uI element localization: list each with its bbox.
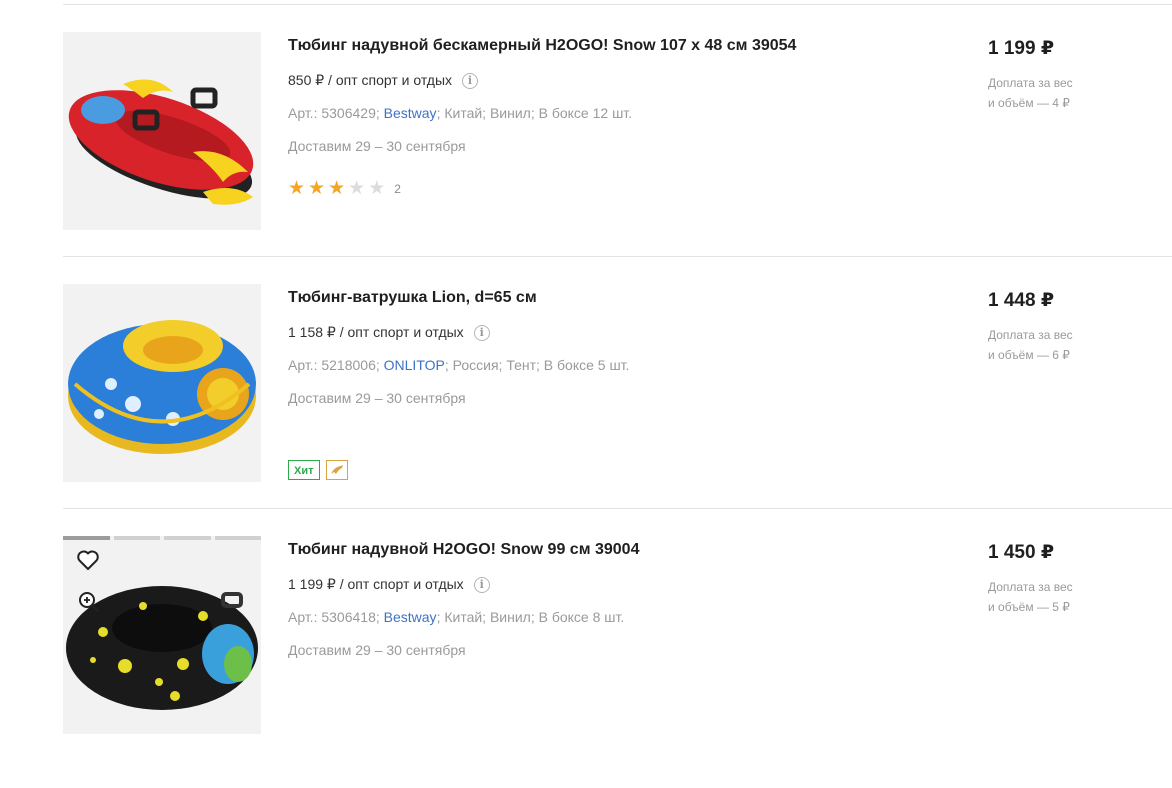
wholesale-price-text: 850 ₽ / опт спорт и отдых xyxy=(288,72,453,88)
product-card: Тюбинг-ватрушка Lion, d=65 см 1 158 ₽ / … xyxy=(0,284,1172,536)
wholesale-price: 1 158 ₽ / опт спорт и отдых i xyxy=(288,324,490,341)
product-title[interactable]: Тюбинг-ватрушка Lion, d=65 см xyxy=(288,289,537,307)
product-title[interactable]: Тюбинг надувной бескамерный H2OGO! Snow … xyxy=(288,37,796,55)
row-divider xyxy=(63,256,1172,257)
product-meta: Арт.: 5218006; ONLITOP; Россия; Тент; В … xyxy=(288,357,629,373)
surcharge-label: Доплата за вес xyxy=(988,580,1073,594)
delivery-date: Доставим 29 – 30 сентября xyxy=(288,138,466,154)
weight-surcharge: Доплата за вес и объём — 4 ₽ xyxy=(988,73,1073,113)
surcharge-label: Доплата за вес xyxy=(988,76,1073,90)
brand-link[interactable]: Bestway xyxy=(384,609,437,625)
product-details: ; Россия; Тент; В боксе 5 шт. xyxy=(444,357,630,373)
product-badges: Хит xyxy=(288,460,348,480)
hit-badge: Хит xyxy=(288,460,320,480)
surcharge-value: и объём — 5 ₽ xyxy=(988,600,1070,614)
review-count[interactable]: 2 xyxy=(394,182,401,196)
gallery-indicator[interactable] xyxy=(63,536,261,540)
surcharge-value: и объём — 6 ₽ xyxy=(988,348,1070,362)
article-number: Арт.: 5306418; xyxy=(288,609,380,625)
product-image[interactable] xyxy=(63,32,261,230)
wholesale-price-text: 1 199 ₽ / опт спорт и отдых xyxy=(288,576,464,592)
surcharge-label: Доплата за вес xyxy=(988,328,1073,342)
rating[interactable]: ★ ★ ★ ★ ★ 2 xyxy=(288,179,401,198)
star-icon: ★ xyxy=(348,178,366,199)
star-icon: ★ xyxy=(328,178,346,199)
weight-surcharge: Доплата за вес и объём — 5 ₽ xyxy=(988,577,1073,617)
product-meta: Арт.: 5306418; Bestway; Китай; Винил; В … xyxy=(288,609,624,625)
star-icon: ★ xyxy=(308,178,326,199)
brand-link[interactable]: ONLITOP xyxy=(384,357,445,373)
product-card: Тюбинг надувной бескамерный H2OGO! Snow … xyxy=(0,32,1172,284)
weight-surcharge: Доплата за вес и объём — 6 ₽ xyxy=(988,325,1073,365)
brand-link[interactable]: Bestway xyxy=(384,105,437,121)
product-price: 1 448 ₽ xyxy=(988,290,1055,311)
star-icon: ★ xyxy=(368,178,386,199)
dolphin-icon xyxy=(325,460,348,480)
product-meta: Арт.: 5306429; Bestway; Китай; Винил; В … xyxy=(288,105,632,121)
delivery-date: Доставим 29 – 30 сентября xyxy=(288,642,466,658)
gallery-dot[interactable] xyxy=(113,536,160,540)
star-icon: ★ xyxy=(288,178,306,199)
wholesale-price-text: 1 158 ₽ / опт спорт и отдых xyxy=(288,324,464,340)
product-price: 1 199 ₽ xyxy=(988,38,1055,59)
row-divider xyxy=(63,508,1172,509)
gallery-dot[interactable] xyxy=(63,536,110,540)
product-card: Тюбинг надувной H2OGO! Snow 99 см 39004 … xyxy=(0,536,1172,788)
info-icon[interactable]: i xyxy=(473,576,490,593)
surcharge-value: и объём — 4 ₽ xyxy=(988,96,1070,110)
product-title[interactable]: Тюбинг надувной H2OGO! Snow 99 см 39004 xyxy=(288,541,639,559)
delivery-date: Доставим 29 – 30 сентября xyxy=(288,390,466,406)
gallery-dot[interactable] xyxy=(164,536,211,540)
product-details: ; Китай; Винил; В боксе 12 шт. xyxy=(436,105,633,121)
gallery-dot[interactable] xyxy=(214,536,261,540)
product-details: ; Китай; Винил; В боксе 8 шт. xyxy=(436,609,625,625)
info-icon[interactable]: i xyxy=(473,324,490,341)
product-price: 1 450 ₽ xyxy=(988,542,1055,563)
wholesale-price: 1 199 ₽ / опт спорт и отдых i xyxy=(288,576,490,593)
article-number: Арт.: 5218006; xyxy=(288,357,380,373)
top-divider xyxy=(63,4,1172,5)
product-image[interactable] xyxy=(63,536,261,734)
wholesale-price: 850 ₽ / опт спорт и отдых i xyxy=(288,72,479,89)
info-icon[interactable]: i xyxy=(462,72,479,89)
product-image[interactable] xyxy=(63,284,261,482)
article-number: Арт.: 5306429; xyxy=(288,105,380,121)
